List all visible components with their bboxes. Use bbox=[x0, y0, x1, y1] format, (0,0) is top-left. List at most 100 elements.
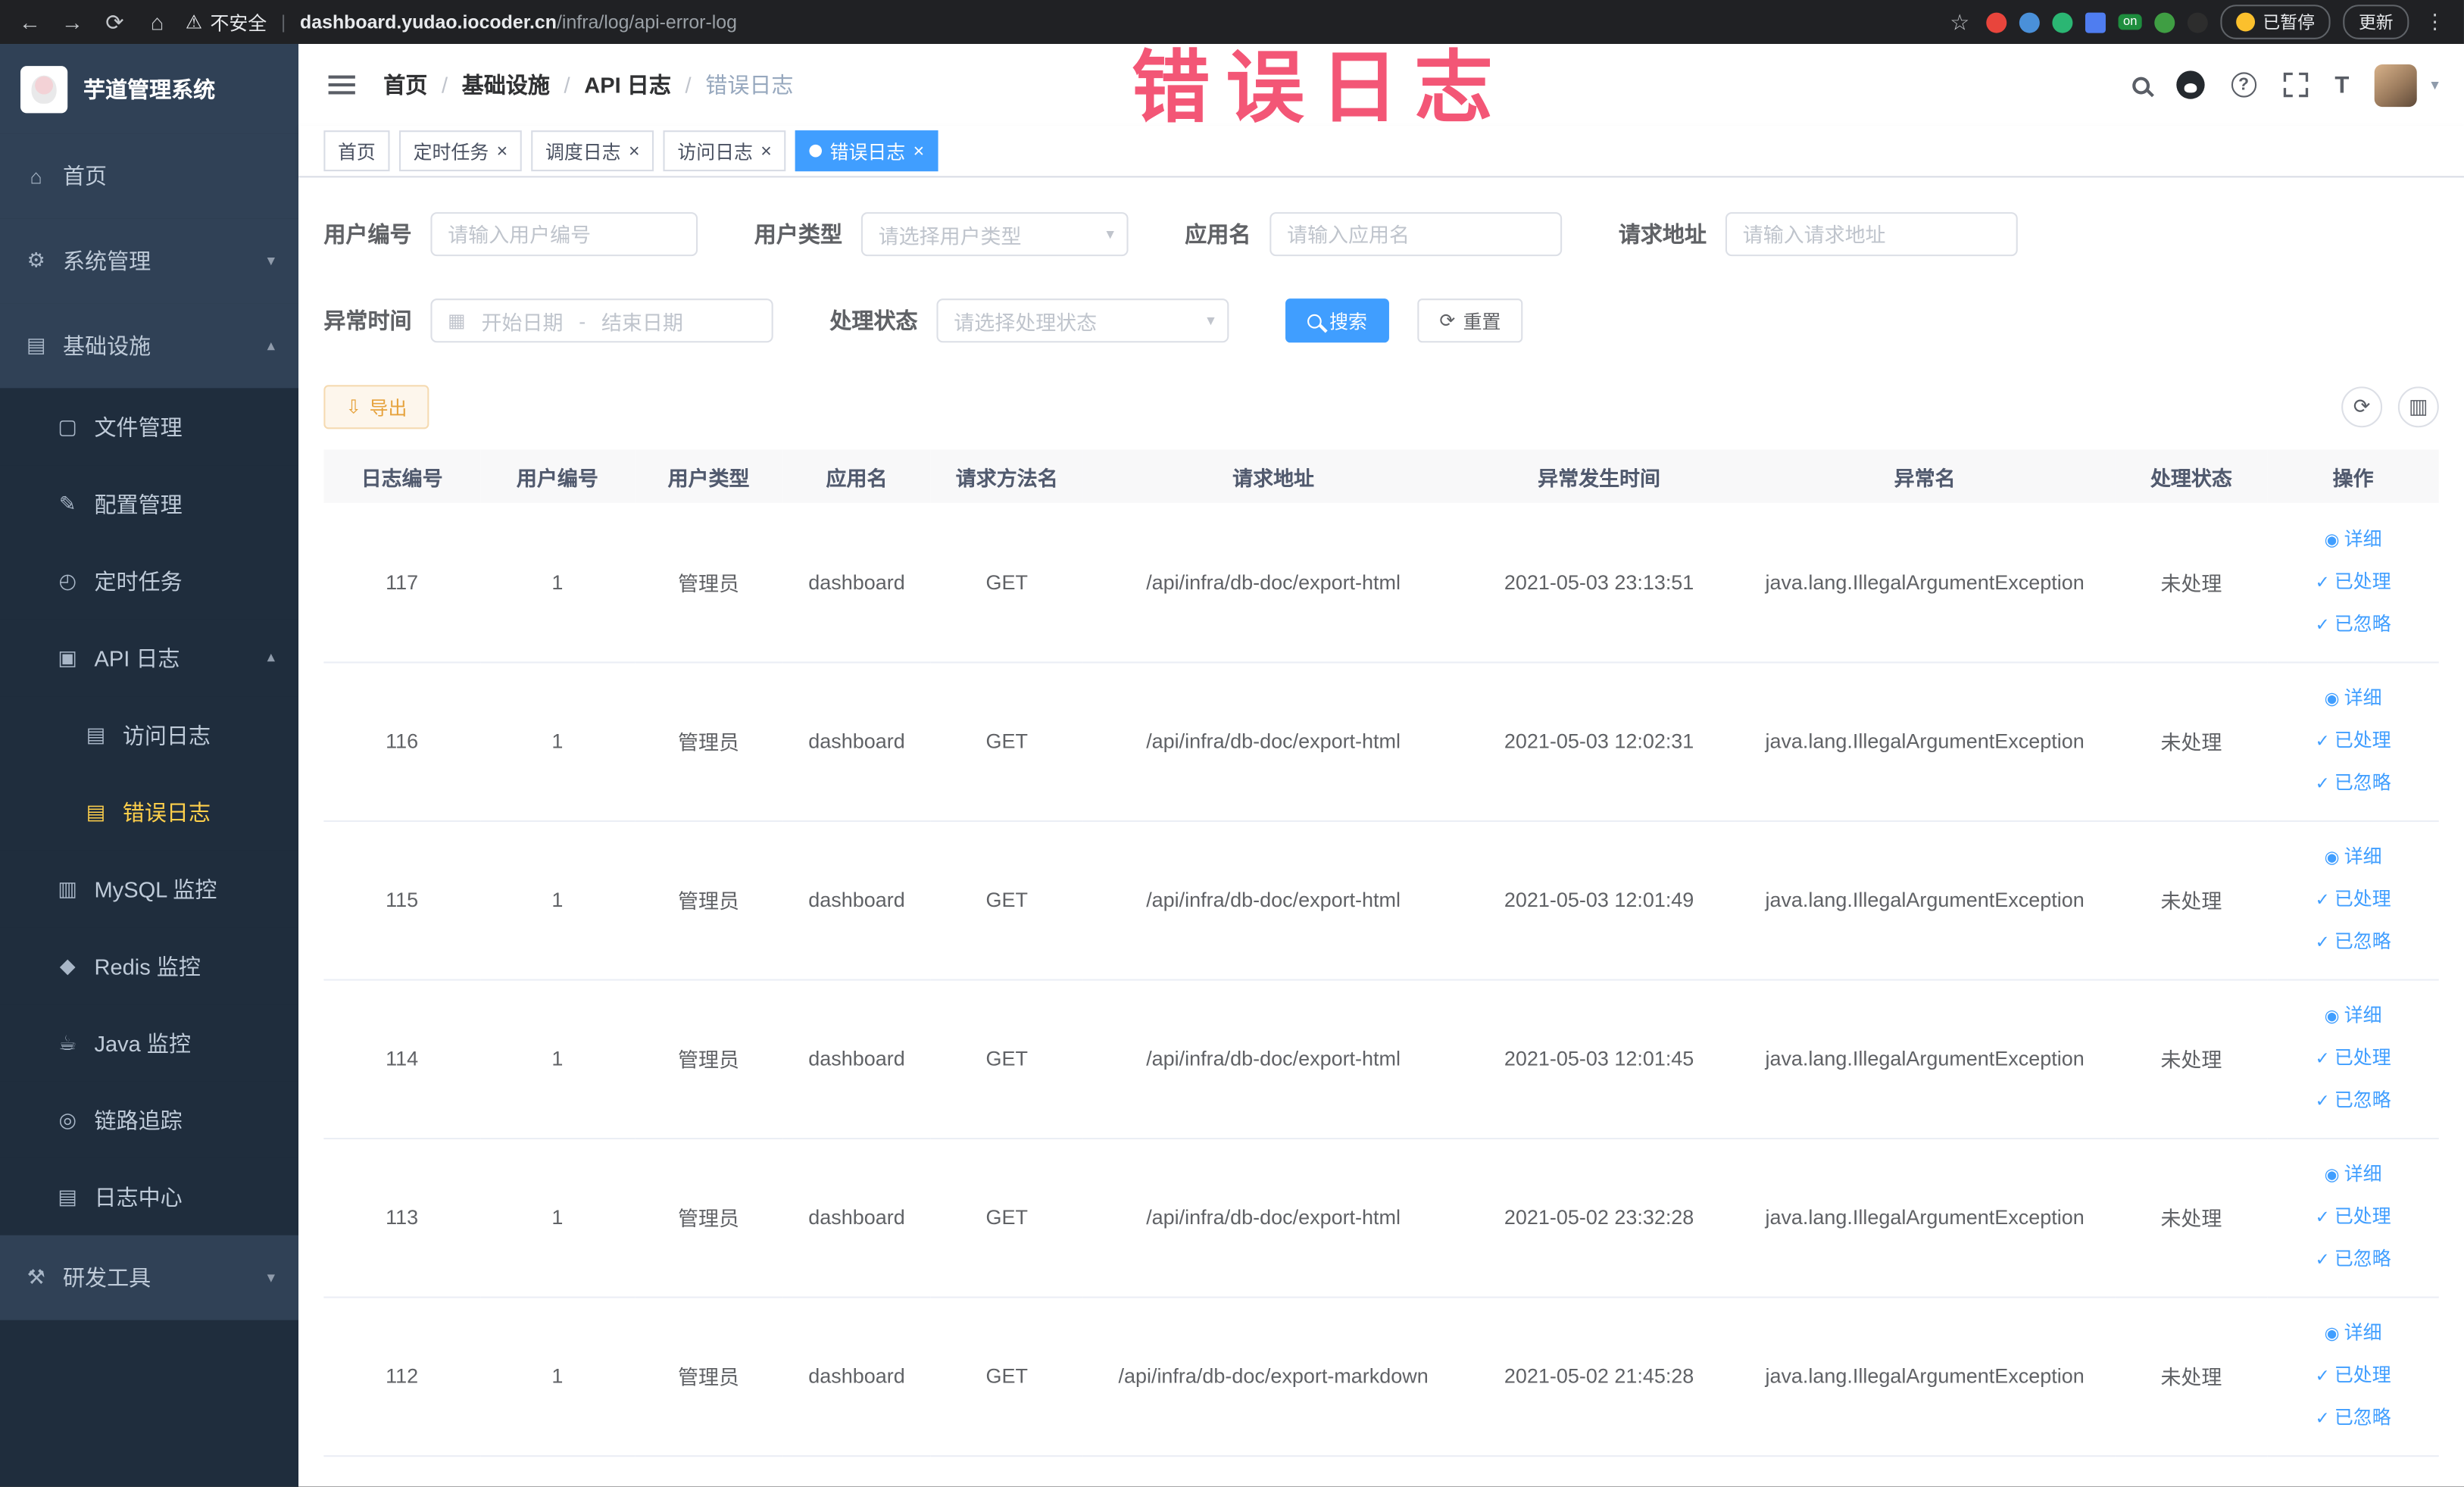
breadcrumb-home[interactable]: 首页 bbox=[383, 69, 427, 100]
sidebar-item-error-log[interactable]: ▤ 错误日志 bbox=[0, 773, 299, 851]
sidebar-item-api-log[interactable]: ▣ API 日志 ▴ bbox=[0, 619, 299, 697]
detail-link[interactable]: ◉ 详细 bbox=[2277, 1154, 2429, 1196]
close-icon[interactable]: × bbox=[629, 142, 640, 161]
user-id-input[interactable] bbox=[430, 212, 698, 257]
detail-link[interactable]: ◉ 详细 bbox=[2277, 836, 2429, 879]
mark-ignored-link[interactable]: ✓ 已忽略 bbox=[2277, 603, 2429, 645]
extension-icon[interactable] bbox=[2187, 11, 2208, 33]
sidebar-item-system-management[interactable]: ⚙ 系统管理 ▾ bbox=[0, 218, 299, 304]
sidebar-item-config-management[interactable]: ✎ 配置管理 bbox=[0, 465, 299, 542]
export-button[interactable]: ⇩ 导出 bbox=[323, 385, 429, 430]
sidebar-item-dev-tools[interactable]: ⚒ 研发工具 ▾ bbox=[0, 1235, 299, 1320]
sidebar-item-java-monitor[interactable]: ☕ Java 监控 bbox=[0, 1004, 299, 1082]
col-exception-name: 异常名 bbox=[1734, 449, 2116, 503]
cell-request-url: /api/infra/db-doc/export-html bbox=[1082, 820, 1464, 980]
cell-actions: ◉ 详细 ✓ 已处理 ✓ 已忽略 bbox=[2267, 1296, 2439, 1457]
check-icon: ✓ bbox=[2315, 1251, 2330, 1270]
user-type-select[interactable]: 请选择用户类型 ▾ bbox=[860, 212, 1129, 257]
home-icon[interactable]: ⌂ bbox=[143, 9, 171, 34]
extension-icon[interactable] bbox=[2154, 11, 2175, 33]
cell-exception-time: 2021-05-02 21:45:28 bbox=[1463, 1296, 1735, 1457]
browser-menu-icon[interactable]: ⋮ bbox=[2422, 9, 2448, 34]
security-indicator[interactable]: ⚠ 不安全 bbox=[186, 8, 267, 35]
column-settings-button[interactable]: ▥ bbox=[2397, 386, 2439, 428]
close-icon[interactable]: × bbox=[497, 142, 508, 161]
sidebar-item-infrastructure[interactable]: ▤ 基础设施 ▴ bbox=[0, 303, 299, 389]
fullscreen-icon[interactable] bbox=[2283, 72, 2308, 98]
sidebar-item-home[interactable]: ⌂ 首页 bbox=[0, 133, 299, 219]
update-button[interactable]: 更新 bbox=[2343, 5, 2409, 39]
sidebar-item-access-log[interactable]: ▤ 访问日志 bbox=[0, 696, 299, 773]
mark-ignored-link[interactable]: ✓ 已忽略 bbox=[2277, 1079, 2429, 1122]
sidebar-item-file-management[interactable]: ▢ 文件管理 bbox=[0, 388, 299, 466]
search-icon[interactable] bbox=[2131, 76, 2150, 94]
bookmark-star-icon[interactable]: ☆ bbox=[1946, 8, 1974, 35]
col-exception-time: 异常发生时间 bbox=[1463, 449, 1735, 503]
chevron-down-icon: ▾ bbox=[267, 251, 276, 270]
calendar-icon: ▦ bbox=[448, 309, 466, 332]
back-icon[interactable]: ← bbox=[16, 9, 44, 34]
document-icon: ▤ bbox=[86, 798, 106, 823]
tab-schedule-log[interactable]: 调度日志 × bbox=[531, 130, 654, 172]
github-icon[interactable] bbox=[2175, 70, 2205, 99]
mark-processed-link[interactable]: ✓ 已处理 bbox=[2277, 1196, 2429, 1239]
check-icon: ✓ bbox=[2315, 615, 2330, 635]
detail-link[interactable]: ◉ 详细 bbox=[2277, 518, 2429, 561]
mark-ignored-link[interactable]: ✓ 已忽略 bbox=[2277, 762, 2429, 804]
sidebar-item-redis-monitor[interactable]: ◆ Redis 监控 bbox=[0, 927, 299, 1004]
forward-icon[interactable]: → bbox=[58, 9, 86, 34]
reset-button[interactable]: ⟳ 重置 bbox=[1417, 298, 1523, 343]
cell-app-name: dashboard bbox=[782, 661, 931, 821]
tab-scheduled-jobs[interactable]: 定时任务 × bbox=[398, 130, 522, 172]
tab-error-log[interactable]: 错误日志 × bbox=[795, 130, 938, 172]
mark-processed-link[interactable]: ✓ 已处理 bbox=[2277, 561, 2429, 603]
detail-link[interactable]: ◉ 详细 bbox=[2277, 995, 2429, 1037]
mark-processed-link[interactable]: ✓ 已处理 bbox=[2277, 720, 2429, 762]
mark-processed-link[interactable]: ✓ 已处理 bbox=[2277, 1037, 2429, 1079]
extension-icon[interactable] bbox=[1986, 11, 2007, 33]
cell-method: GET bbox=[930, 502, 1083, 663]
mark-processed-link[interactable]: ✓ 已处理 bbox=[2277, 1354, 2429, 1397]
exception-time-range-picker[interactable]: ▦ 开始日期 - 结束日期 bbox=[430, 298, 773, 343]
mark-ignored-link[interactable]: ✓ 已忽略 bbox=[2277, 1239, 2429, 1281]
process-status-select[interactable]: 请选择处理状态 ▾ bbox=[936, 298, 1229, 343]
sidebar-item-mysql-monitor[interactable]: ▥ MySQL 监控 bbox=[0, 850, 299, 928]
request-url-input[interactable] bbox=[1725, 212, 2018, 257]
sidebar-item-trace[interactable]: ◎ 链路追踪 bbox=[0, 1081, 299, 1158]
font-size-icon[interactable]: T bbox=[2334, 71, 2349, 98]
detail-link[interactable]: ◉ 详细 bbox=[2277, 677, 2429, 720]
app-logo[interactable]: 芋道管理系统 bbox=[0, 44, 299, 134]
close-icon[interactable]: × bbox=[760, 142, 772, 161]
end-date-placeholder: 结束日期 bbox=[601, 310, 683, 334]
mark-ignored-link[interactable]: ✓ 已忽略 bbox=[2277, 1397, 2429, 1439]
detail-link[interactable]: ◉ 详细 bbox=[2277, 1312, 2429, 1354]
paused-badge[interactable]: 已暂停 bbox=[2220, 5, 2331, 39]
extension-icon[interactable] bbox=[2019, 11, 2041, 33]
mark-processed-link[interactable]: ✓ 已处理 bbox=[2277, 879, 2429, 921]
tab-home[interactable]: 首页 bbox=[323, 130, 390, 172]
cell-app-name: dashboard bbox=[782, 1296, 931, 1457]
mark-ignored-link[interactable]: ✓ 已忽略 bbox=[2277, 921, 2429, 964]
extension-on-badge[interactable]: on bbox=[2118, 14, 2142, 30]
refresh-table-button[interactable]: ⟳ bbox=[2341, 386, 2383, 428]
sidebar-item-scheduled-jobs[interactable]: ◴ 定时任务 bbox=[0, 542, 299, 620]
sidebar-item-log-center[interactable]: ▤ 日志中心 bbox=[0, 1157, 299, 1236]
cell-method: GET bbox=[930, 1296, 1083, 1457]
cell-request-url: /api/infra/db-doc/export-html bbox=[1082, 1138, 1464, 1298]
breadcrumb-infrastructure[interactable]: 基础设施 bbox=[462, 69, 550, 100]
address-bar[interactable]: dashboard.yudao.iocoder.cn/infra/log/api… bbox=[300, 11, 1932, 33]
extension-icon[interactable] bbox=[2052, 11, 2073, 33]
caret-down-icon[interactable]: ▾ bbox=[2431, 77, 2438, 94]
hamburger-icon[interactable] bbox=[323, 83, 358, 87]
close-icon[interactable]: × bbox=[913, 142, 925, 161]
breadcrumb-api-log[interactable]: API 日志 bbox=[584, 69, 671, 100]
log-icon: ▣ bbox=[58, 645, 77, 669]
search-button[interactable]: 搜索 bbox=[1285, 298, 1389, 343]
tags-view: 首页 定时任务 × 调度日志 × 访问日志 × 错误日志 × bbox=[298, 125, 2464, 178]
extension-icon[interactable] bbox=[2085, 11, 2106, 33]
help-icon[interactable]: ? bbox=[2231, 72, 2256, 98]
app-name-input[interactable] bbox=[1269, 212, 1563, 257]
reload-icon[interactable]: ⟳ bbox=[101, 8, 129, 35]
user-avatar[interactable] bbox=[2374, 64, 2417, 107]
tab-access-log[interactable]: 访问日志 × bbox=[663, 130, 786, 172]
